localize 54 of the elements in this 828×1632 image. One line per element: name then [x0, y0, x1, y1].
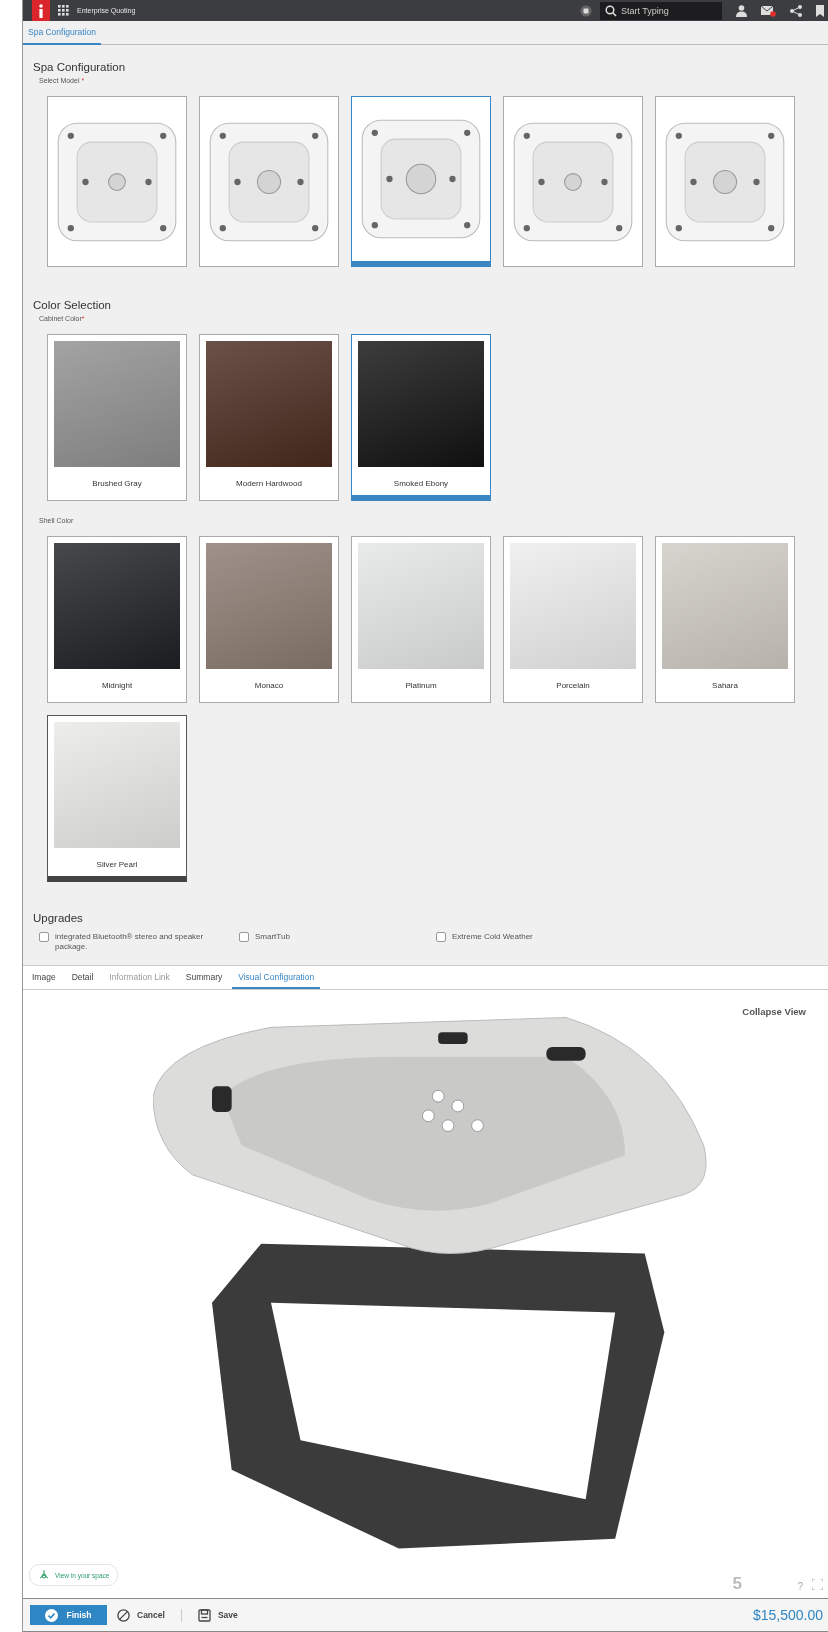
section-title: Color Selection: [33, 299, 112, 311]
color-swatch-card[interactable]: Brushed Gray: [47, 334, 187, 501]
checkbox[interactable]: [436, 932, 446, 942]
collapse-view-button[interactable]: Collapse View: [742, 1006, 806, 1018]
logo-icon[interactable]: [32, 0, 50, 21]
model-card[interactable]: [503, 96, 643, 267]
color-swatch-card[interactable]: Modern Hardwood: [199, 334, 339, 501]
share-icon[interactable]: [790, 4, 802, 17]
check-icon: [45, 1608, 59, 1622]
swatch-label: Silver Pearl: [96, 860, 138, 869]
model-card[interactable]: [199, 96, 339, 267]
page-tab[interactable]: Spa Configuration: [23, 21, 102, 45]
total-price: $15,500.00: [752, 1607, 823, 1623]
color-swatch-card[interactable]: Sahara: [655, 536, 795, 703]
checkbox-label: integrated Bluetooth® stereo and speaker package.: [55, 932, 205, 952]
swatch-label: Platinum: [405, 681, 437, 690]
step-number: 5: [732, 1574, 742, 1594]
swatch-label: Smoked Ebony: [393, 479, 449, 488]
detail-tab[interactable]: Detail: [65, 966, 100, 990]
search-icon: [605, 4, 617, 17]
section-title: Upgrades: [33, 912, 84, 924]
color-swatch-card[interactable]: Midnight: [47, 536, 187, 703]
color-swatch-card[interactable]: Silver Pearl: [47, 715, 187, 882]
swatch-label: Brushed Gray: [92, 479, 142, 488]
model-card[interactable]: [351, 96, 491, 267]
cancel-button[interactable]: Cancel: [117, 1608, 165, 1622]
record-icon[interactable]: [580, 4, 592, 17]
swatch-label: Monaco: [254, 681, 284, 690]
color-swatch-card[interactable]: Platinum: [351, 536, 491, 703]
swatch-label: Modern Hardwood: [236, 479, 302, 488]
color-swatch-card[interactable]: Smoked Ebony: [351, 334, 491, 501]
mail-icon[interactable]: [761, 4, 776, 17]
bookmark-icon[interactable]: [816, 4, 824, 17]
user-icon[interactable]: [736, 4, 747, 17]
swatch-label: Porcelain: [556, 681, 590, 690]
color-swatch-card[interactable]: Porcelain: [503, 536, 643, 703]
search-field[interactable]: Start Typing: [600, 1, 722, 20]
model-card[interactable]: [47, 96, 187, 267]
cancel-icon: [117, 1608, 130, 1622]
color-swatch-card[interactable]: Monaco: [199, 536, 339, 703]
swatch-label: Midnight: [101, 681, 133, 690]
save-button[interactable]: Save: [197, 1608, 238, 1622]
checkbox[interactable]: [239, 932, 249, 942]
apps-grid-icon[interactable]: [58, 5, 69, 16]
save-icon: [197, 1608, 211, 1622]
section-title: Spa Configuration: [33, 61, 127, 73]
detail-tab[interactable]: Summary: [179, 966, 229, 990]
detail-tab[interactable]: Image: [26, 966, 62, 990]
checkbox-label: Extreme Cold Weather: [452, 932, 534, 942]
model-card[interactable]: [655, 96, 795, 267]
checkbox[interactable]: [39, 932, 49, 942]
finish-button[interactable]: Finish: [30, 1605, 107, 1625]
checkbox-label: SmartTub: [255, 932, 291, 942]
swatch-label: Sahara: [712, 681, 738, 690]
